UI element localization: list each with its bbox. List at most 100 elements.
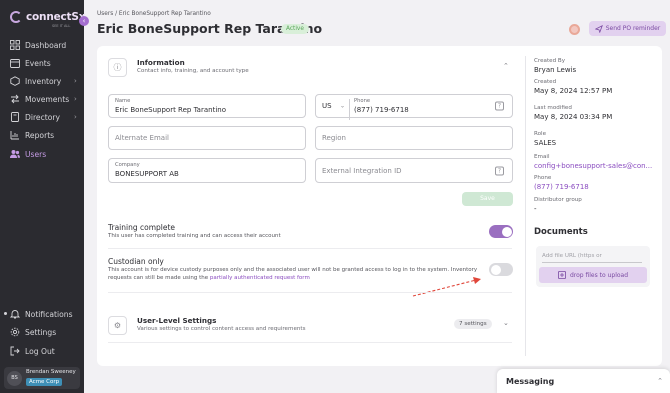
created-label: Created <box>534 79 557 85</box>
field-value: Eric BoneSupport Rep Tarantino <box>115 106 226 114</box>
bell-icon <box>10 309 20 319</box>
collapse-sidebar-button[interactable]: ‹ <box>79 16 89 26</box>
current-user[interactable]: BS Brendan Sweeney Acme Corp <box>4 367 80 389</box>
country-code-select[interactable]: US <box>322 102 332 110</box>
book-icon <box>10 112 20 122</box>
brand-tagline: SEE IT ALL <box>52 24 71 28</box>
messaging-panel[interactable]: Messaging ⌃ <box>497 369 670 393</box>
phone-link[interactable]: (877) 719-6718 <box>534 183 589 191</box>
name-field[interactable]: Name Eric BoneSupport Rep Tarantino <box>108 94 306 118</box>
nav-users[interactable]: Users <box>0 146 84 162</box>
documents-title: Documents <box>534 227 588 237</box>
partial-request-form-link[interactable]: partially authenticated request form <box>210 275 310 281</box>
training-title: Training complete <box>108 223 176 232</box>
help-icon[interactable]: ? <box>495 101 504 111</box>
arrows-icon <box>10 94 20 104</box>
user-detail-card: ⓘ Information Contact info, training, an… <box>97 46 662 366</box>
sidebar: connectSx SEE IT ALL Dashboard Events In… <box>0 0 85 393</box>
breadcrumb[interactable]: Users / Eric BoneSupport Rep Tarantino <box>97 11 211 17</box>
nav-inventory[interactable]: Inventory › <box>0 73 84 89</box>
nav-reports[interactable]: Reports <box>0 127 84 143</box>
field-label: Company <box>115 162 140 168</box>
logout-icon <box>10 346 20 356</box>
created-by-value: Bryan Lewis <box>534 66 577 74</box>
nav-label: Inventory <box>25 76 62 86</box>
phone-field[interactable]: US ⌄ Phone (877) 719-6718 ? <box>315 94 513 120</box>
chevron-up-icon[interactable]: ⌃ <box>503 62 509 70</box>
nav-label: Notifications <box>25 309 73 319</box>
nav-label: Log Out <box>25 346 55 356</box>
send-icon <box>594 24 603 33</box>
upload-icon <box>557 271 566 279</box>
users-icon <box>10 149 20 159</box>
modified-value: May 8, 2024 03:34 PM <box>534 113 613 121</box>
chart-icon <box>10 130 20 140</box>
gear-icon: ⚙ <box>108 316 127 335</box>
gear-icon <box>10 327 20 337</box>
chevron-right-icon: › <box>74 95 77 103</box>
nav-directory[interactable]: Directory › <box>0 109 84 125</box>
save-button[interactable]: Save <box>462 192 513 206</box>
nav-label: Movements <box>25 94 70 104</box>
input-underline <box>542 262 642 263</box>
toggle-knob <box>501 226 512 237</box>
created-value: May 8, 2024 12:57 PM <box>534 87 613 95</box>
nav-logout[interactable]: Log Out <box>0 343 84 359</box>
external-integration-id-field[interactable]: External Integration ID ? <box>315 158 513 183</box>
settings-count-badge: 7 settings <box>454 319 492 329</box>
nav-settings[interactable]: Settings <box>0 324 84 340</box>
nav-label: Events <box>25 58 51 68</box>
custodian-only-toggle[interactable] <box>489 263 513 276</box>
logo-mark-icon <box>10 11 22 23</box>
company-field[interactable]: Company BONESUPPORT AB <box>108 158 306 183</box>
nav-events[interactable]: Events <box>0 55 84 71</box>
divider <box>108 248 512 249</box>
distributor-value: - <box>534 205 537 213</box>
info-icon: ⓘ <box>108 58 127 77</box>
phone-label: Phone <box>534 175 552 181</box>
region-field[interactable]: Region <box>315 126 513 150</box>
alternate-email-field[interactable]: Alternate Email <box>108 126 306 150</box>
chevron-down-icon[interactable]: ⌄ <box>503 319 509 327</box>
nav-label: Users <box>25 149 47 159</box>
document-upload: Add file URL (https or drop files to upl… <box>536 246 650 287</box>
custodian-title: Custodian only <box>108 257 164 266</box>
field-placeholder: Alternate Email <box>115 134 169 142</box>
status-badge: Active <box>281 24 309 34</box>
field-value: (877) 719-6718 <box>354 106 409 114</box>
role-value: SALES <box>534 139 557 147</box>
drop-files-button[interactable]: drop files to upload <box>539 267 647 283</box>
nav-notifications[interactable]: Notifications <box>0 306 84 322</box>
email-label: Email <box>534 154 550 160</box>
help-icon[interactable]: ? <box>495 166 504 175</box>
chevron-right-icon: › <box>74 77 77 85</box>
field-placeholder: Region <box>322 134 346 142</box>
send-po-reminder-button[interactable]: Send PO reminder <box>589 21 666 36</box>
field-label: Name <box>115 98 131 104</box>
nav-label: Settings <box>25 327 57 337</box>
email-link[interactable]: config+bonesupport-sales@con... <box>534 162 652 170</box>
info-section-subtitle: Contact info, training, and account type <box>137 68 249 74</box>
chevron-up-icon[interactable]: ⌃ <box>657 377 663 385</box>
box-icon <box>10 76 20 86</box>
distributor-label: Distributor group <box>534 197 582 203</box>
divider <box>108 292 512 293</box>
messaging-title: Messaging <box>506 377 555 386</box>
divider <box>349 99 350 120</box>
alert-icon[interactable] <box>569 24 580 35</box>
file-url-input[interactable]: Add file URL (https or <box>542 253 602 259</box>
grid-icon <box>10 40 20 50</box>
user-name: Brendan Sweeney <box>26 369 76 375</box>
field-placeholder: External Integration ID <box>322 166 402 175</box>
brand-logo[interactable]: connectSx <box>10 11 85 23</box>
nav-movements[interactable]: Movements › <box>0 91 84 107</box>
divider <box>108 342 512 343</box>
info-section-title: Information <box>137 58 185 67</box>
nav-label: Directory <box>25 112 60 122</box>
created-by-label: Created By <box>534 58 566 64</box>
annotation-arrow-icon <box>412 277 481 297</box>
user-level-subtitle: Various settings to control content acce… <box>137 326 306 332</box>
training-complete-toggle[interactable] <box>489 225 513 238</box>
calendar-icon <box>10 58 20 68</box>
nav-dashboard[interactable]: Dashboard <box>0 37 84 53</box>
